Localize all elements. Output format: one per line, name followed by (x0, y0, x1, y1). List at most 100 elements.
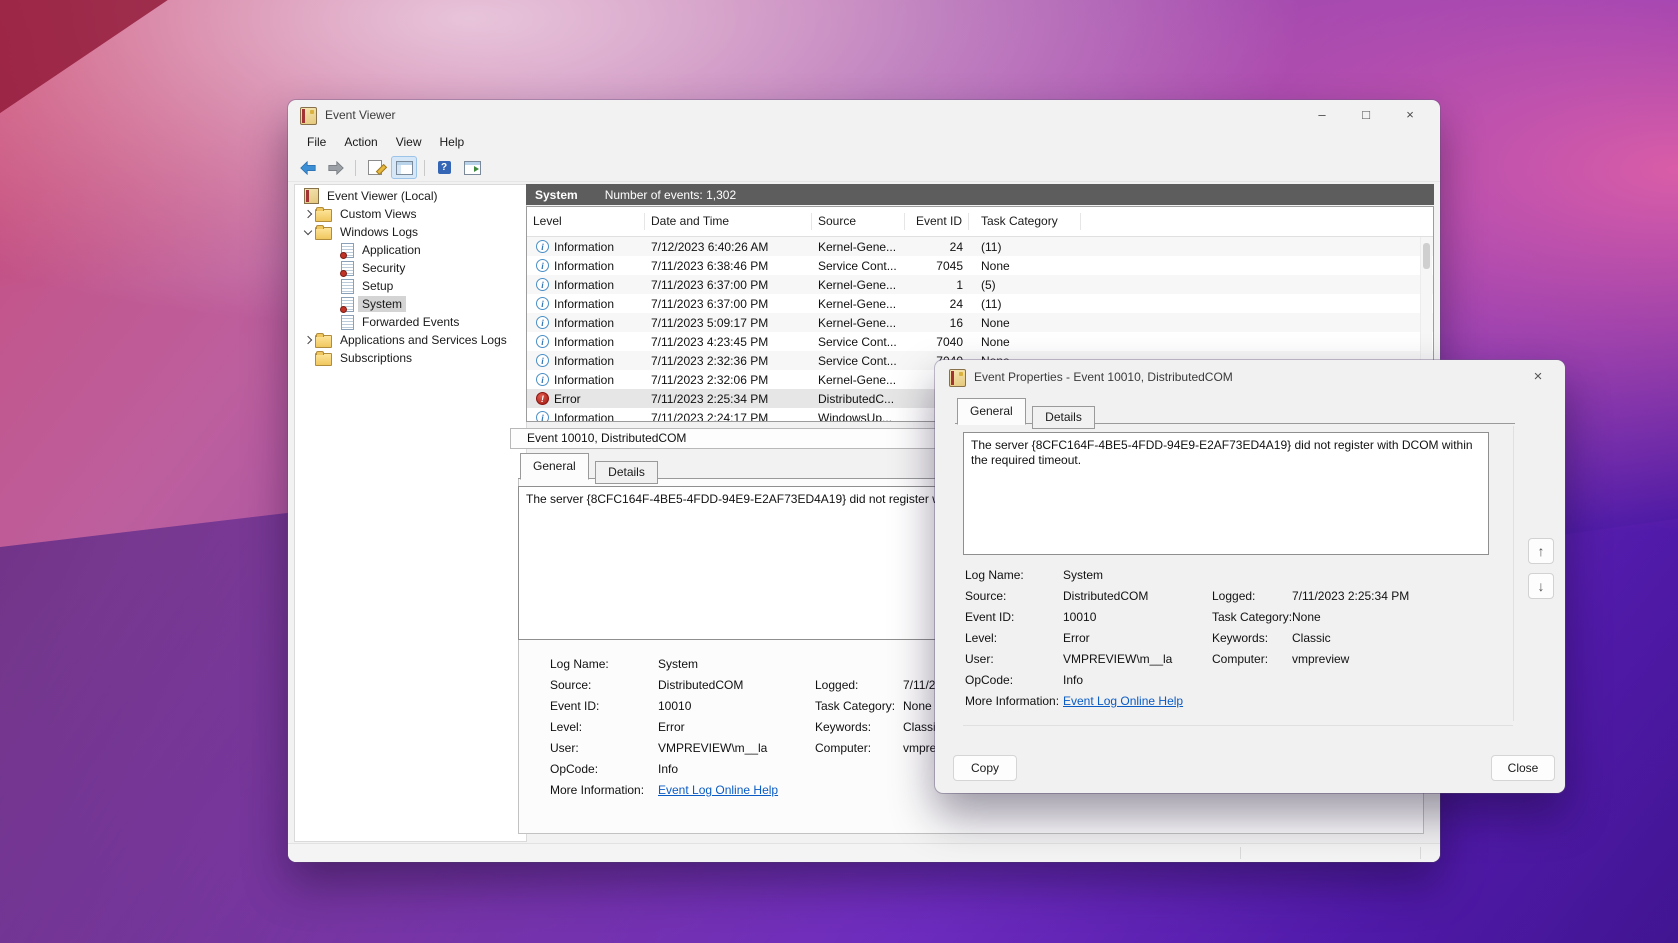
menu-bar: File Action View Help (288, 130, 1440, 154)
log-red-icon (341, 243, 354, 258)
toolbar-separator (355, 160, 356, 176)
tree-item-application[interactable]: Application (295, 241, 526, 259)
forward-arrow-icon (328, 161, 344, 175)
level-text: Information (554, 373, 614, 387)
field-row: Source:DistributedCOMLogged:7/11/2023 2:… (965, 586, 1505, 607)
dialog-titlebar[interactable]: Event Properties - Event 10010, Distribu… (935, 360, 1565, 394)
field-label: Logged: (1212, 586, 1292, 607)
tree-item-forwarded-events[interactable]: Forwarded Events (295, 313, 526, 331)
scrollbar-thumb[interactable] (1423, 243, 1430, 269)
menu-view[interactable]: View (387, 130, 431, 154)
document-icon (368, 160, 382, 175)
event-row[interactable]: iInformation7/11/2023 4:23:45 PMService … (527, 332, 1433, 351)
event-properties-dialog: Event Properties - Event 10010, Distribu… (935, 360, 1565, 793)
dialog-fields: Log Name:SystemSource:DistributedCOMLogg… (965, 565, 1505, 712)
menu-action[interactable]: Action (335, 130, 386, 154)
dialog-close-icon[interactable]: × (1523, 366, 1553, 388)
event-row[interactable]: iInformation7/11/2023 6:37:00 PMKernel-G… (527, 294, 1433, 313)
tree-item-security[interactable]: Security (295, 259, 526, 277)
field-row: User:VMPREVIEW\m__laComputer:vmpreview (965, 649, 1505, 670)
event-id-text: 7045 (905, 259, 969, 273)
field-row: Event ID:10010Task Category:None (965, 607, 1505, 628)
level-text: Information (554, 297, 614, 311)
field-value: VMPREVIEW\m__la (1063, 649, 1212, 670)
field-value: Info (1063, 670, 1212, 691)
info-level-icon: i (536, 240, 549, 253)
event-id-text: 16 (905, 316, 969, 330)
datetime-text: 7/11/2023 2:25:34 PM (645, 392, 812, 406)
field-label: Level: (550, 717, 658, 738)
field-label (1212, 691, 1292, 712)
field-value: 10010 (1063, 607, 1212, 628)
down-arrow-icon: ↓ (1538, 578, 1545, 594)
column-header-task-category[interactable]: Task Category (969, 213, 1081, 230)
tree-item-label: Applications and Services Logs (336, 332, 511, 348)
tab-general[interactable]: General (520, 453, 589, 480)
tree-item-applications-and-services-logs[interactable]: Applications and Services Logs (295, 331, 526, 349)
event-row[interactable]: iInformation7/11/2023 6:38:46 PMService … (527, 256, 1433, 275)
field-value (1292, 565, 1505, 586)
tab-details[interactable]: Details (595, 461, 658, 484)
open-saved-log-button[interactable] (363, 157, 387, 178)
forward-button[interactable] (324, 157, 348, 178)
copy-button[interactable]: Copy (953, 755, 1017, 781)
event-log-online-help-link[interactable]: Event Log Online Help (1063, 691, 1212, 712)
event-id-text: 7040 (905, 335, 969, 349)
show-console-tree-button[interactable] (391, 156, 417, 179)
column-header-source[interactable]: Source (812, 213, 905, 230)
tree-item-label: Event Viewer (Local) (323, 188, 442, 204)
log-icon (341, 279, 354, 294)
task-category-text: (5) (969, 278, 1081, 292)
close-button[interactable]: × (1388, 100, 1432, 130)
tree-item-custom-views[interactable]: Custom Views (295, 205, 526, 223)
menu-help[interactable]: Help (431, 130, 474, 154)
chevron-right-icon[interactable] (301, 337, 315, 343)
chevron-down-icon[interactable] (301, 230, 315, 234)
maximize-button[interactable]: □ (1344, 100, 1388, 130)
next-event-button[interactable]: ↓ (1528, 573, 1554, 599)
event-row[interactable]: iInformation7/12/2023 6:40:26 AMKernel-G… (527, 237, 1433, 256)
event-list-column-headers: LevelDate and TimeSourceEvent IDTask Cat… (527, 207, 1433, 237)
event-message-box[interactable]: The server {8CFC164F-4BE5-4FDD-94E9-E2AF… (963, 432, 1489, 555)
list-header-title: System (535, 188, 578, 202)
column-header-event-id[interactable]: Event ID (905, 213, 969, 230)
minimize-button[interactable]: – (1300, 100, 1344, 130)
help-button[interactable]: ? (432, 157, 456, 178)
tree-item-label: Subscriptions (336, 350, 416, 366)
previous-event-button[interactable]: ↑ (1528, 538, 1554, 564)
column-header-date-and-time[interactable]: Date and Time (645, 213, 812, 230)
field-label: Task Category: (1212, 607, 1292, 628)
tab-general[interactable]: General (957, 398, 1026, 425)
dialog-close-button[interactable]: Close (1491, 755, 1555, 781)
tree-item-subscriptions[interactable]: Subscriptions (295, 349, 526, 367)
back-button[interactable] (296, 157, 320, 178)
field-value: System (658, 654, 815, 675)
chevron-right-icon[interactable] (301, 211, 315, 217)
datetime-text: 7/11/2023 4:23:45 PM (645, 335, 812, 349)
folder-icon (315, 227, 332, 240)
field-label: Keywords: (815, 717, 903, 738)
source-text: Kernel-Gene... (812, 316, 905, 330)
event-log-online-help-link[interactable]: Event Log Online Help (658, 780, 815, 801)
field-label: Task Category: (815, 696, 903, 717)
field-label: Level: (965, 628, 1063, 649)
show-action-pane-button[interactable] (460, 157, 484, 178)
tree-item-label: Forwarded Events (358, 314, 463, 330)
tree-item-system[interactable]: System (295, 295, 526, 313)
window-titlebar[interactable]: Event Viewer – □ × (288, 100, 1440, 130)
event-row[interactable]: iInformation7/11/2023 5:09:17 PMKernel-G… (527, 313, 1433, 332)
info-level-icon: i (536, 354, 549, 367)
tab-details[interactable]: Details (1032, 406, 1095, 429)
source-text: Service Cont... (812, 259, 905, 273)
tree-item-event-viewer-local[interactable]: Event Viewer (Local) (295, 187, 526, 205)
tree-item-windows-logs[interactable]: Windows Logs (295, 223, 526, 241)
field-label: More Information: (550, 780, 658, 801)
event-row[interactable]: iInformation7/11/2023 6:37:00 PMKernel-G… (527, 275, 1433, 294)
tree-item-setup[interactable]: Setup (295, 277, 526, 295)
datetime-text: 7/11/2023 6:38:46 PM (645, 259, 812, 273)
menu-file[interactable]: File (298, 130, 335, 154)
field-label: Source: (965, 586, 1063, 607)
field-value (1292, 670, 1505, 691)
tree-item-label: System (358, 296, 406, 312)
column-header-level[interactable]: Level (527, 213, 645, 230)
